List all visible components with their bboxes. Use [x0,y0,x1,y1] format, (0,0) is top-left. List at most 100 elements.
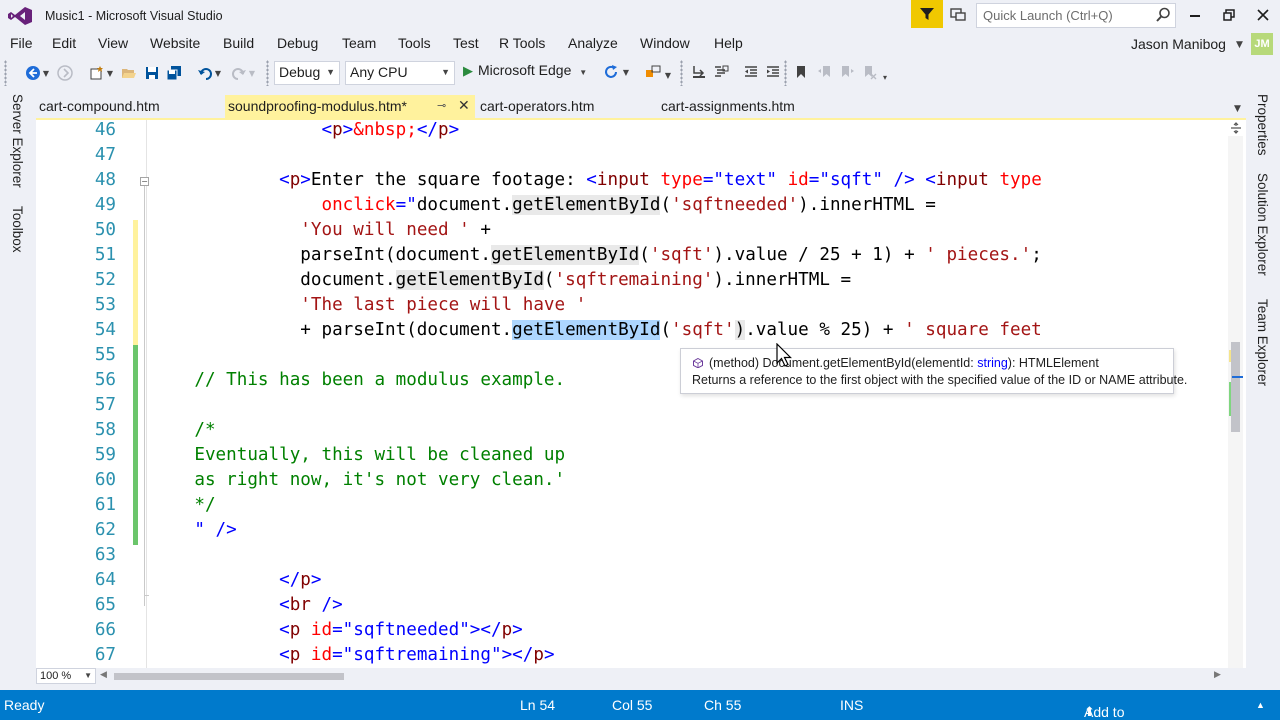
code-line[interactable]: // This has been a modulus example. [152,370,565,390]
pin-icon[interactable]: ⊸ [437,99,446,112]
code-line[interactable]: <p>Enter the square footage: <input type… [152,170,1042,190]
open-file-button[interactable] [120,64,138,82]
feedback-button[interactable] [946,4,970,26]
status-column[interactable]: Col 55 [612,697,652,713]
menu-website[interactable]: Website [150,35,200,51]
redo-dropdown-icon[interactable]: ▼ [248,64,256,82]
toolbar-grip[interactable] [4,60,7,86]
status-line[interactable]: Ln 54 [520,697,555,713]
menu-window[interactable]: Window [640,35,690,51]
close-tab-icon[interactable]: ✕ [458,97,470,114]
quick-launch-input[interactable]: Quick Launch (Ctrl+Q) [976,3,1176,28]
tab-cart-assignments[interactable]: cart-assignments.htm [658,95,858,120]
source-control-caret-icon[interactable]: ▲ [1256,700,1265,710]
code-line[interactable]: <p>&nbsp;</p> [152,120,459,140]
tabs-dropdown-icon[interactable]: ▼ [1234,104,1241,114]
navigate-forward-button[interactable] [56,64,74,82]
code-line[interactable]: <p id="sqftremaining"></p> [152,645,554,665]
save-all-button[interactable] [165,64,183,82]
code-line[interactable]: Eventually, this will be cleaned up [152,445,565,465]
decrease-indent-button[interactable] [742,63,760,81]
avatar[interactable]: JM [1251,33,1273,55]
code-line[interactable]: 'You will need ' + [152,220,491,240]
user-menu-caret-icon[interactable]: ▼ [1236,40,1243,50]
status-character[interactable]: Ch 55 [704,697,741,713]
code-line[interactable]: as right now, it's not very clean.' [152,470,565,490]
collapse-region-icon[interactable]: − [140,177,149,186]
code-line[interactable]: </p> [152,570,321,590]
save-button[interactable] [143,64,161,82]
code-line[interactable]: /* [152,420,215,440]
code-editor[interactable]: − 46 <p>&nbsp;</p> 47 48 <p>Enter the squa… [36,120,1246,668]
menu-file[interactable]: File [10,35,33,51]
undo-dropdown-icon[interactable]: ▼ [214,64,222,82]
navigate-back-button[interactable] [24,64,42,82]
step-into-button[interactable] [690,63,708,81]
tab-soundproofing-modulus[interactable]: soundproofing-modulus.htm* ⊸ ✕ [225,95,475,120]
increase-indent-button[interactable] [764,63,782,81]
zoom-level-select[interactable]: 100 % ▼ [36,668,96,684]
menu-view[interactable]: View [98,35,128,51]
next-bookmark-button[interactable] [838,63,856,81]
menu-edit[interactable]: Edit [52,35,76,51]
code-line[interactable]: */ [152,495,215,515]
notifications-filter-button[interactable] [911,0,943,28]
split-window-button[interactable] [1228,120,1243,136]
tab-cart-operators[interactable]: cart-operators.htm [477,95,647,120]
previous-bookmark-button[interactable] [816,63,834,81]
start-debugging-button[interactable]: ▶ Microsoft Edge ▼ [463,62,587,84]
menu-team[interactable]: Team [342,35,376,51]
new-project-button[interactable] [88,64,106,82]
code-line[interactable]: " /> [152,520,236,540]
server-explorer-tab[interactable]: Server Explorer [10,94,25,188]
toolbar-grip[interactable] [266,60,269,86]
scroll-thumb[interactable] [1231,342,1240,432]
browser-link-button[interactable] [644,63,662,81]
scroll-right-icon[interactable]: ▶ [1214,670,1221,680]
clear-bookmarks-button[interactable] [860,63,878,81]
code-token: 'sqftneeded' [671,195,799,215]
toolbar-grip[interactable] [680,60,683,86]
code-line[interactable]: <br /> [152,595,343,615]
code-line[interactable]: 'The last piece will have ' [152,295,586,315]
menu-build[interactable]: Build [223,35,254,51]
restore-button[interactable] [1212,3,1246,27]
start-dropdown-icon[interactable]: ▼ [579,68,587,77]
editor-vertical-scrollbar[interactable] [1228,120,1243,668]
toolbar-grip[interactable] [784,60,787,86]
toggle-bookmark-button[interactable] [792,63,810,81]
scroll-left-icon[interactable]: ◀ [100,670,107,680]
browser-link-dropdown-icon[interactable]: ▼ [664,66,672,84]
redo-button[interactable] [230,64,248,82]
code-line[interactable]: <p id="sqftneeded"></p> [152,620,523,640]
refresh-browser-button[interactable] [602,63,620,81]
code-line[interactable]: parseInt(document.getElementById('sqft')… [152,245,1042,265]
back-dropdown-icon[interactable]: ▼ [42,64,50,82]
code-line[interactable]: document.getElementById('sqftremaining')… [152,270,851,290]
tab-cart-compound[interactable]: cart-compound.htm [36,95,216,120]
team-explorer-tab[interactable]: Team Explorer [1255,299,1270,386]
properties-tab[interactable]: Properties [1255,94,1270,156]
close-window-button[interactable] [1246,3,1280,27]
status-insert-mode[interactable]: INS [840,697,863,713]
menu-debug[interactable]: Debug [277,35,318,51]
solution-explorer-tab[interactable]: Solution Explorer [1255,173,1270,276]
menu-tools[interactable]: Tools [398,35,431,51]
minimize-button[interactable] [1178,3,1212,27]
solution-platform-select[interactable]: Any CPU ▼ [345,61,455,85]
menu-r-tools[interactable]: R Tools [499,35,545,51]
code-line[interactable]: + parseInt(document.getElementById('sqft… [152,320,1042,340]
code-line[interactable]: onclick="document.getElementById('sqftne… [152,195,936,215]
new-dropdown-icon[interactable]: ▼ [106,64,114,82]
horizontal-scroll-thumb[interactable] [114,673,344,680]
format-document-button[interactable] [712,63,730,81]
menu-test[interactable]: Test [453,35,479,51]
toolbar-overflow-icon[interactable]: ▾ [880,68,890,86]
refresh-dropdown-icon[interactable]: ▼ [622,63,630,81]
menu-help[interactable]: Help [714,35,743,51]
toolbox-tab[interactable]: Toolbox [10,206,25,253]
undo-button[interactable] [196,64,214,82]
menu-analyze[interactable]: Analyze [568,35,618,51]
solution-configuration-select[interactable]: Debug ▼ [274,61,340,85]
user-name[interactable]: Jason Manibog [1131,36,1226,52]
